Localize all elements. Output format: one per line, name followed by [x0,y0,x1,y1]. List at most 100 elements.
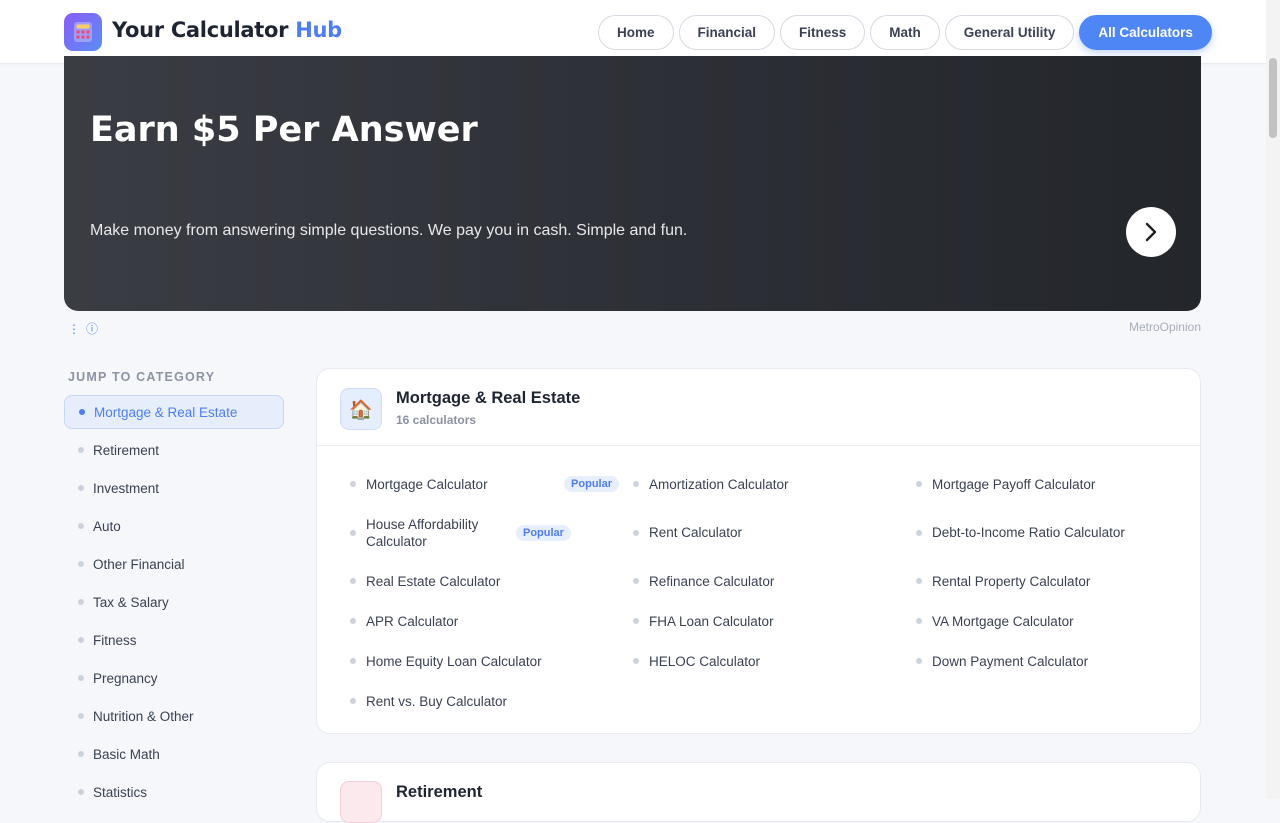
bullet-icon [79,409,85,415]
bullet-icon [78,637,84,643]
bullet-icon [350,698,356,704]
calc-link-home-equity-loan[interactable]: Home Equity Loan Calculator [350,641,633,681]
category-title: Retirement [396,783,483,801]
sidebar-item-nutrition-other[interactable]: Nutrition & Other [64,699,284,733]
bullet-icon [633,578,639,584]
ad-text[interactable]: Make money from answering simple questio… [90,222,687,240]
sidebar-item-auto[interactable]: Auto [64,509,284,543]
nav-all-calculators[interactable]: All Calculators [1079,15,1212,50]
category-count: 16 calculators [396,413,477,427]
nav-math[interactable]: Math [870,15,940,50]
calc-link-debt-to-income[interactable]: Debt-to-Income Ratio Calculator [916,504,1190,561]
bullet-icon [350,618,356,624]
bullet-icon [350,481,356,487]
nav-home[interactable]: Home [598,15,674,50]
calc-link-amortization[interactable]: Amortization Calculator [633,464,916,504]
category-title: Mortgage & Real Estate [396,389,581,407]
ad-arrow-button[interactable] [1126,207,1176,257]
info-icon[interactable]: ⓘ [86,320,98,337]
calc-label: VA Mortgage Calculator [932,613,1074,629]
calc-label: Down Payment Calculator [932,653,1089,669]
site-brand[interactable]: Your Calculator Hub [112,18,342,42]
calc-link-va-mortgage[interactable]: VA Mortgage Calculator [916,601,1190,641]
calc-label: Amortization Calculator [649,476,789,492]
ad-title[interactable]: Earn $5 Per Answer [90,110,478,150]
bullet-icon [916,658,922,664]
chevron-right-icon [1145,222,1157,242]
calc-link-rent[interactable]: Rent Calculator [633,504,916,561]
calc-link-refinance[interactable]: Refinance Calculator [633,561,916,601]
bullet-icon [78,789,84,795]
calculator-logo-icon[interactable] [64,13,102,51]
calc-label: Refinance Calculator [649,573,775,589]
sidebar-item-label: Retirement [93,442,160,458]
bullet-icon [350,658,356,664]
scrollbar-thumb[interactable] [1269,58,1277,138]
main-nav: Home Financial Fitness Math General Util… [598,15,1212,50]
calc-label: House Affordability Calculator [366,516,479,549]
calc-label: Rent vs. Buy Calculator [366,693,508,709]
calc-link-apr[interactable]: APR Calculator [350,601,633,641]
calc-link-mortgage-payoff[interactable]: Mortgage Payoff Calculator [916,464,1190,504]
calc-link-heloc[interactable]: HELOC Calculator [633,641,916,681]
bullet-icon [78,523,84,529]
calc-label: Rent Calculator [649,525,743,540]
sidebar-item-label: Auto [93,518,121,534]
bullet-icon [633,529,639,536]
sidebar-item-statistics[interactable]: Statistics [64,775,284,809]
brand-accent: Hub [295,18,342,42]
sidebar-item-investment[interactable]: Investment [64,471,284,505]
nav-financial[interactable]: Financial [678,15,776,50]
ad-advertiser[interactable]: MetroOpinion [1129,320,1201,334]
sidebar-item-tax-salary[interactable]: Tax & Salary [64,585,284,619]
nav-general-utility[interactable]: General Utility [944,15,1075,50]
calc-link-rent-vs-buy[interactable]: Rent vs. Buy Calculator [350,681,633,721]
sidebar-item-label: Tax & Salary [93,594,169,610]
bullet-icon [916,578,922,584]
nav-fitness[interactable]: Fitness [780,15,866,50]
ad-menu-icon[interactable]: ⋮ [68,322,80,336]
calc-link-down-payment[interactable]: Down Payment Calculator [916,641,1190,681]
bullet-icon [78,599,84,605]
sidebar-item-label: Fitness [93,632,137,648]
sidebar-item-label: Investment [93,480,160,496]
sidebar-item-label: Mortgage & Real Estate [94,404,238,420]
calc-link-real-estate[interactable]: Real Estate Calculator [350,561,633,601]
bullet-icon [78,751,84,757]
ad-banner[interactable]: Earn $5 Per Answer Make money from answe… [64,56,1201,311]
bullet-icon [78,713,84,719]
sidebar-item-basic-math[interactable]: Basic Math [64,737,284,771]
sidebar-item-mortgage-real-estate[interactable]: Mortgage & Real Estate [64,395,284,429]
category-card-retirement: Retirement [316,762,1201,823]
calc-label: Mortgage Calculator [366,476,488,492]
calc-link-rental-property[interactable]: Rental Property Calculator [916,561,1190,601]
sidebar-item-label: Pregnancy [93,670,158,686]
sidebar-item-label: Basic Math [93,746,160,762]
bullet-icon [350,529,356,536]
sidebar-item-other-financial[interactable]: Other Financial [64,547,284,581]
ad-info[interactable]: ⋮ ⓘ [68,320,98,337]
bullet-icon [916,618,922,624]
house-icon: 🏠 [340,388,382,430]
calc-label: Mortgage Payoff Calculator [932,476,1096,492]
calc-label: Rental Property Calculator [932,573,1091,589]
calc-link-house-affordability[interactable]: House Affordability Calculator Popular [350,504,633,561]
sidebar-item-fitness[interactable]: Fitness [64,623,284,657]
calc-label: Real Estate Calculator [366,573,501,589]
category-sidebar: Mortgage & Real Estate Retirement Invest… [64,395,284,813]
sidebar-item-pregnancy[interactable]: Pregnancy [64,661,284,695]
calc-label: APR Calculator [366,613,459,629]
bullet-icon [78,561,84,567]
sidebar-item-retirement[interactable]: Retirement [64,433,284,467]
calc-link-fha-loan[interactable]: FHA Loan Calculator [633,601,916,641]
sidebar-title: JUMP TO CATEGORY [68,370,216,384]
sidebar-item-label: Statistics [93,784,148,800]
popular-badge: Popular [516,524,571,541]
bullet-icon [78,675,84,681]
calculator-list: Mortgage Calculator Popular Amortization … [350,464,1190,721]
category-card-header: 🏠 Mortgage & Real Estate 16 calculators [317,369,1200,446]
page-scrollbar[interactable] [1266,0,1280,799]
calc-label: Debt-to-Income Ratio Calculator [932,525,1125,540]
calc-link-mortgage[interactable]: Mortgage Calculator Popular [350,464,633,504]
sidebar-item-label: Nutrition & Other [93,708,194,724]
